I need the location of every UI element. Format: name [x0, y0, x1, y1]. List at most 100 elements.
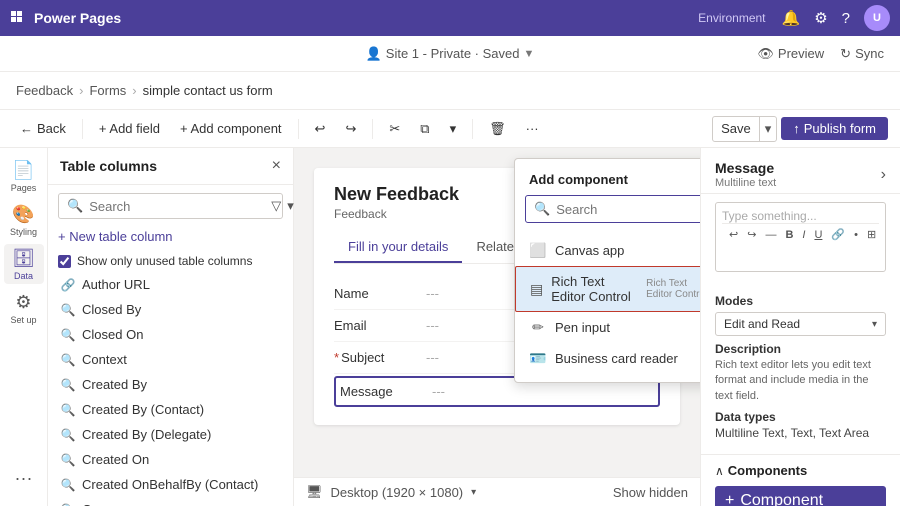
et-undo[interactable]: ↩ [726, 227, 741, 242]
site-selector[interactable]: 👤 Site 1 - Private · Saved ▼ [305, 46, 594, 62]
sidebar-item-styling[interactable]: 🎨 Styling [4, 200, 44, 240]
panel-search-box[interactable]: 🔍 ▽ ▾ [58, 193, 283, 219]
bell-icon[interactable]: 🔔 [782, 9, 801, 27]
add-field-label: + Add field [99, 121, 160, 136]
unused-columns-label: Show only unused table columns [77, 254, 252, 268]
et-list[interactable]: • [851, 228, 861, 242]
save-split-button[interactable]: Save ▾ [712, 116, 777, 142]
editor-toolbar: ↩ ↪ — B I U 🔗 • ⊞ [722, 223, 879, 245]
et-link[interactable]: 🔗 [828, 227, 848, 242]
panel-item[interactable]: 🔍Created By (Contact) [48, 397, 293, 422]
et-table[interactable]: ⊞ [864, 227, 879, 242]
popup-search-box[interactable]: 🔍 [525, 195, 700, 223]
site-person-icon: 👤 [366, 46, 382, 62]
styling-icon: 🎨 [12, 204, 34, 225]
undo-button[interactable]: ↩ [307, 117, 334, 141]
save-button[interactable]: Save [713, 117, 759, 140]
sidebar-item-pages[interactable]: 📄 Pages [4, 156, 44, 196]
panel-item[interactable]: 🔍Created OnBehalfBy (Contact) [48, 472, 293, 497]
panel-item[interactable]: 🔍Currency [48, 497, 293, 506]
description-value: Rich text editor lets you edit text form… [715, 358, 886, 404]
sidebar-item-data[interactable]: 🗄 Data [4, 244, 44, 284]
add-field-button[interactable]: + Add field [91, 117, 168, 140]
popup-header: Add component [515, 159, 700, 195]
panel-filter-icon[interactable]: ▽ [271, 198, 281, 214]
unused-columns-checkbox[interactable] [58, 255, 71, 268]
panel-items-list: 🔗Author URL🔍Closed By🔍Closed On🔍Context🔍… [48, 272, 293, 506]
site-dropdown-icon[interactable]: ▼ [523, 48, 534, 60]
setup-label: Set up [10, 315, 36, 325]
panel-item-label: Created By [82, 377, 147, 392]
panel-item[interactable]: 🔍Closed On [48, 322, 293, 347]
popup-item-icon: ✏ [529, 319, 547, 336]
popup-item[interactable]: ⬜Canvas app [515, 235, 700, 266]
et-redo[interactable]: ↪ [744, 227, 759, 242]
right-panel-title: Message [715, 160, 881, 176]
panel-item-icon: 🔍 [60, 378, 76, 392]
right-panel-header: Message Multiline text › [701, 148, 900, 194]
copy-button[interactable]: ⧉ [412, 117, 437, 141]
publish-form-button[interactable]: ↑ Publish form [781, 117, 888, 140]
panel-item-icon: 🔍 [60, 353, 76, 367]
help-icon[interactable]: ? [842, 10, 850, 27]
popup-item[interactable]: 🪪Business card reader [515, 343, 700, 374]
delete-button[interactable]: 🗑 [481, 117, 514, 141]
modes-dropdown[interactable]: Edit and Read ▾ [715, 312, 886, 336]
tab-fill-details[interactable]: Fill in your details [334, 233, 462, 263]
form-row-message-value: --- [432, 384, 654, 399]
panel-item[interactable]: 🔍Created On [48, 447, 293, 472]
et-underline[interactable]: U [811, 228, 825, 242]
footer-dropdown-icon[interactable]: ▾ [471, 487, 476, 498]
panel-search-input[interactable] [89, 199, 265, 214]
et-italic[interactable]: I [799, 228, 808, 242]
publish-label: Publish form [804, 121, 876, 136]
panel-item-label: Closed On [82, 327, 143, 342]
modes-dropdown-arrow: ▾ [872, 319, 877, 330]
panel-item[interactable]: 🔗Author URL [48, 272, 293, 297]
redo-button[interactable]: ↪ [337, 117, 364, 141]
panel-item[interactable]: 🔍Created By (Delegate) [48, 422, 293, 447]
sidebar-item-setup[interactable]: ⚙ Set up [4, 288, 44, 328]
more-options-button[interactable]: ··· [518, 117, 547, 140]
popup-item-label: Pen input [555, 320, 610, 335]
et-bold[interactable]: B [782, 228, 796, 242]
rp-text-editor[interactable]: Type something... ↩ ↪ — B I U 🔗 • ⊞ [715, 202, 886, 272]
description-label: Description [715, 342, 886, 356]
left-sidebar: 📄 Pages 🎨 Styling 🗄 Data ⚙ Set up ··· [0, 148, 48, 506]
panel-item[interactable]: 🔍 Context [48, 347, 293, 372]
popup-item[interactable]: ▤Rich Text Editor ControlRich Text Edito… [515, 266, 700, 312]
panel-item-label: Context [82, 352, 127, 367]
show-hidden-button[interactable]: Show hidden [613, 485, 688, 500]
avatar[interactable]: U [864, 5, 890, 31]
add-component-button[interactable]: + Add component [172, 117, 290, 140]
save-dropdown-button[interactable]: ▾ [759, 117, 777, 141]
add-column-button[interactable]: + New table column [58, 229, 173, 244]
table-columns-panel: Table columns × 🔍 ▽ ▾ + New table column… [48, 148, 294, 506]
breadcrumb-forms[interactable]: Forms [89, 83, 126, 98]
panel-filter-dropdown-icon[interactable]: ▾ [287, 198, 294, 214]
pages-label: Pages [11, 183, 37, 193]
preview-button[interactable]: 👁 Preview [757, 46, 824, 62]
panel-item-label: Closed By [82, 302, 141, 317]
settings-icon[interactable]: ⚙ [814, 9, 827, 27]
add-component-btn[interactable]: + Component [715, 486, 886, 506]
popup-item[interactable]: ✏ Pen input [515, 312, 700, 343]
styling-label: Styling [10, 227, 37, 237]
components-chevron-icon[interactable]: ∧ [715, 464, 724, 478]
panel-item[interactable]: 🔍Closed By [48, 297, 293, 322]
et-dash[interactable]: — [762, 228, 779, 242]
second-bar: 👤 Site 1 - Private · Saved ▼ 👁 Preview ↻… [0, 36, 900, 72]
popup-item-label: Business card reader [555, 351, 678, 366]
panel-close-button[interactable]: × [272, 158, 281, 174]
sidebar-more-button[interactable]: ··· [4, 458, 44, 498]
apps-icon[interactable] [10, 10, 26, 26]
right-panel-chevron[interactable]: › [881, 166, 886, 184]
breadcrumb-feedback[interactable]: Feedback [16, 83, 73, 98]
more-clipboard-button[interactable]: ▾ [442, 117, 465, 141]
back-button[interactable]: ← Back [12, 117, 74, 140]
sync-button[interactable]: ↻ Sync [840, 46, 884, 62]
setup-icon: ⚙ [15, 292, 31, 313]
panel-item[interactable]: 🔍 Created By [48, 372, 293, 397]
popup-search-input[interactable] [556, 202, 700, 217]
cut-button[interactable]: ✂ [381, 117, 408, 141]
